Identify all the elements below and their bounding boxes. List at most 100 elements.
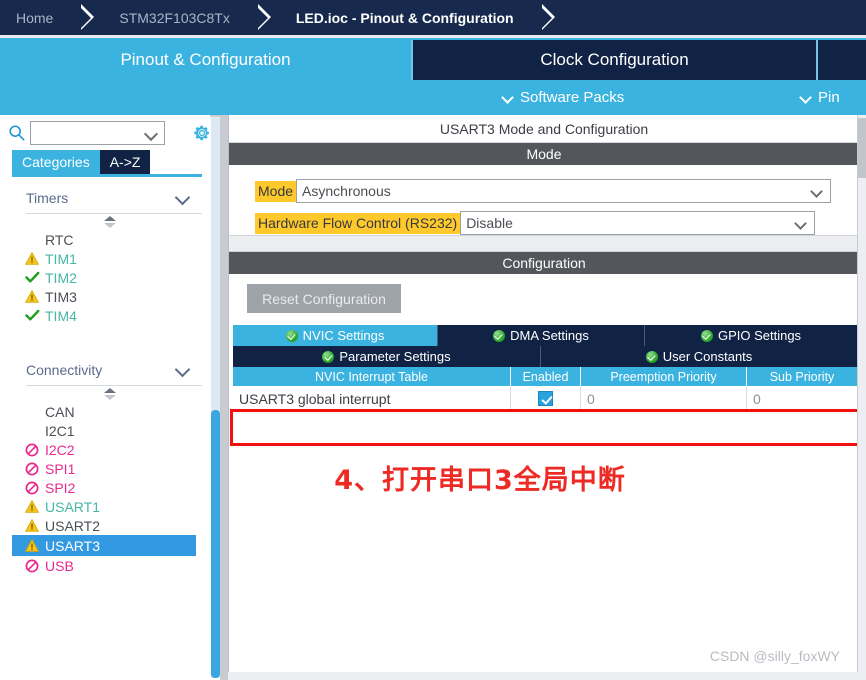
tab-label: A->Z <box>109 154 141 170</box>
nvic-interrupt-table: NVIC Interrupt Table Enabled Preemption … <box>233 367 857 412</box>
chevron-down-icon <box>810 185 823 198</box>
panel-scrollbar-thumb[interactable] <box>858 118 866 178</box>
mode-select[interactable]: Asynchronous <box>296 179 832 203</box>
tab-nvic-settings[interactable]: NVIC Settings <box>233 325 438 346</box>
watermark: CSDN @silly_foxWY <box>709 648 840 664</box>
column-header-preemption-priority[interactable]: Preemption Priority <box>581 367 747 386</box>
section-header-label: Configuration <box>502 255 586 271</box>
tab-label: Clock Configuration <box>540 50 689 69</box>
tab-clock-configuration[interactable]: Clock Configuration <box>413 40 816 80</box>
breadcrumb-item-home[interactable]: Home <box>0 0 79 35</box>
config-tabs-row-1: NVIC Settings DMA Settings GPIO Settings <box>233 325 857 346</box>
flow-control-field-label: Hardware Flow Control (RS232) <box>255 212 461 234</box>
sidebar-item-usart2[interactable]: USART2 <box>12 516 210 535</box>
sidebar-tab-categories[interactable]: Categories <box>12 150 100 174</box>
cell-sub-priority[interactable]: 0 <box>747 386 857 411</box>
panel-scrollbar-track[interactable] <box>857 115 866 680</box>
cell-enabled[interactable] <box>511 386 581 411</box>
sidebar-item-tim4[interactable]: TIM4 <box>12 306 210 325</box>
status-none-icon <box>24 423 40 438</box>
sidebar-item-i2c1[interactable]: I2C1 <box>12 421 210 440</box>
warning-icon <box>24 499 40 514</box>
enabled-checkbox[interactable] <box>538 391 553 406</box>
breadcrumb-item-current[interactable]: LED.ioc - Pinout & Configuration <box>282 0 540 35</box>
blocked-icon <box>24 558 40 573</box>
tab-gpio-settings[interactable]: GPIO Settings <box>645 325 857 346</box>
configuration-section-header: Configuration <box>229 252 859 274</box>
chevron-down-icon <box>794 217 808 230</box>
sidebar-section-timers[interactable]: Timers <box>12 183 210 213</box>
component-sidebar: Categories A->Z Timers RTC TIM1 TIM2 TIM… <box>0 115 210 680</box>
cell-preemption-priority[interactable]: 0 <box>581 386 747 411</box>
section-label: Connectivity <box>26 362 103 378</box>
mode-select-value: Asynchronous <box>302 183 391 199</box>
panel-divider[interactable] <box>220 115 228 680</box>
table-row[interactable]: USART3 global interrupt 0 0 <box>233 386 857 412</box>
tab-parameter-settings[interactable]: Parameter Settings <box>233 346 541 367</box>
pinout-menu[interactable]: Pin <box>801 86 840 108</box>
item-label: USART1 <box>45 498 100 515</box>
search-input[interactable] <box>35 124 145 144</box>
annotation-text: 4、打开串口3全局中断 <box>334 465 626 496</box>
tab-label: NVIC Settings <box>302 328 385 343</box>
check-badge-icon <box>285 329 298 342</box>
mode-section-body: Mode Asynchronous Hardware Flow Control … <box>229 165 859 235</box>
section-label: Timers <box>26 190 69 206</box>
tab-label: Categories <box>22 154 90 170</box>
sidebar-item-usart3[interactable]: USART3 <box>12 535 196 556</box>
column-header-sub-priority[interactable]: Sub Priority <box>747 367 857 386</box>
mode-field-label: Mode <box>255 180 297 202</box>
sidebar-item-i2c2[interactable]: I2C2 <box>12 440 210 459</box>
breadcrumb-label: STM32F103C8Tx <box>119 9 230 26</box>
software-packs-menu[interactable]: Software Packs <box>503 86 624 108</box>
chevron-down-icon[interactable] <box>143 126 159 142</box>
sidebar-tab-a-to-z[interactable]: A->Z <box>99 150 151 174</box>
sidebar-section-connectivity[interactable]: Connectivity <box>12 355 210 385</box>
breadcrumb-label: LED.ioc - Pinout & Configuration <box>295 9 514 26</box>
item-label: TIM2 <box>45 269 77 286</box>
tab-project-manager[interactable] <box>818 40 866 80</box>
button-label: Reset Configuration <box>262 290 386 307</box>
table-header-row: NVIC Interrupt Table Enabled Preemption … <box>233 367 857 386</box>
blocked-icon <box>24 480 40 495</box>
tab-label: GPIO Settings <box>717 328 802 343</box>
tab-dma-settings[interactable]: DMA Settings <box>438 325 645 346</box>
flow-control-select[interactable]: Disable <box>460 211 816 235</box>
item-label: TIM4 <box>45 307 77 324</box>
breadcrumb-item-mcu[interactable]: STM32F103C8Tx <box>105 0 255 35</box>
sidebar-item-spi1[interactable]: SPI1 <box>12 459 210 478</box>
mode-field-row: Mode Asynchronous <box>255 179 832 203</box>
scroll-spinner-icon[interactable] <box>12 386 210 402</box>
panel-title: USART3 Mode and Configuration <box>229 115 859 143</box>
column-header-interrupt[interactable]: NVIC Interrupt Table <box>233 367 511 386</box>
tab-pinout-configuration[interactable]: Pinout & Configuration <box>0 40 411 80</box>
item-label: SPI2 <box>45 479 76 496</box>
item-label: SPI1 <box>45 460 76 477</box>
sidebar-item-usb[interactable]: USB <box>12 556 210 575</box>
sidebar-item-usart1[interactable]: USART1 <box>12 497 210 516</box>
section-gap <box>229 235 859 252</box>
section-header-label: Mode <box>526 146 562 162</box>
sidebar-item-spi2[interactable]: SPI2 <box>12 478 210 497</box>
sidebar-item-tim2[interactable]: TIM2 <box>12 268 210 287</box>
status-none-icon <box>24 232 40 247</box>
panel-bottom-strip <box>228 672 860 680</box>
sidebar-search-row <box>0 117 210 149</box>
reset-configuration-button[interactable]: Reset Configuration <box>247 284 401 313</box>
software-packs-label: Software Packs <box>520 88 625 106</box>
scroll-spinner-icon[interactable] <box>12 214 210 230</box>
warning-icon <box>24 538 40 553</box>
sidebar-item-rtc[interactable]: RTC <box>12 230 210 249</box>
item-label: CAN <box>45 403 75 420</box>
chevron-down-icon <box>801 92 812 103</box>
sidebar-item-tim1[interactable]: TIM1 <box>12 249 210 268</box>
stm32cubemx-window: Home STM32F103C8Tx LED.ioc - Pinout & Co… <box>0 0 866 680</box>
column-header-enabled[interactable]: Enabled <box>511 367 581 386</box>
tab-user-constants[interactable]: User Constants <box>541 346 857 367</box>
blocked-icon <box>24 442 40 457</box>
sidebar-scrollbar-thumb[interactable] <box>211 410 220 678</box>
search-combobox[interactable] <box>30 121 165 145</box>
sidebar-item-can[interactable]: CAN <box>12 402 210 421</box>
sidebar-item-tim3[interactable]: TIM3 <box>12 287 210 306</box>
gear-icon[interactable] <box>192 123 212 143</box>
